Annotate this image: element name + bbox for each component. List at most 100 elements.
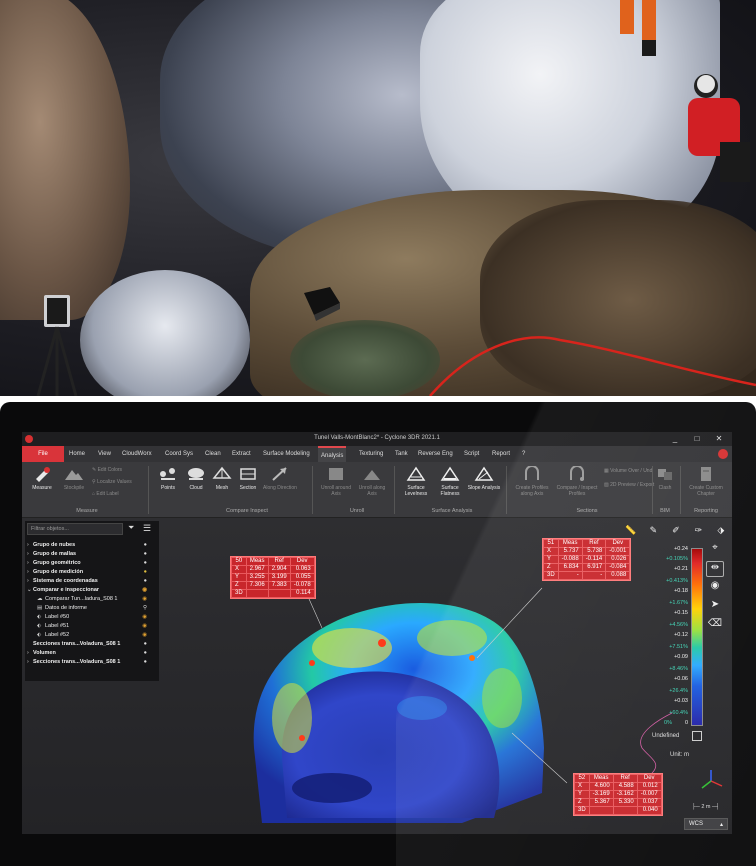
slope-analysis-button[interactable]: Slope Analysis (466, 465, 502, 491)
settings-icon[interactable] (718, 449, 728, 459)
measurement-label-50[interactable]: 50 Meas Ref Dev X 2.967 2.904 0.063 Y 3.255 3.19… (230, 556, 316, 599)
menu-view[interactable]: View (98, 446, 111, 462)
tag-tool-icon[interactable]: ⬗ (712, 525, 730, 538)
eraser-icon[interactable]: ⌫ (706, 618, 724, 634)
filter-icon[interactable]: ⏷ (128, 523, 140, 535)
create-profiles-button[interactable]: Create Profiles along Axis (510, 465, 554, 497)
menu-reverse-eng[interactable]: Reverse Eng (418, 446, 453, 462)
tree-item-label: Label #52 (45, 632, 70, 638)
tree-item[interactable]: ⬖ Label #52 ◉ (27, 631, 157, 640)
edit-colors-button[interactable]: ✎ Edit Colors (92, 467, 122, 473)
tree-item[interactable]: › Grupo de medición ● (27, 568, 157, 577)
value-cell: 2.904 (267, 565, 291, 574)
menu-script[interactable]: Script (464, 446, 479, 462)
pin-icon[interactable]: ● (144, 559, 147, 568)
menu-clean[interactable]: Clean (205, 446, 221, 462)
menu-home[interactable]: Home (69, 446, 85, 462)
stockpile-button[interactable]: Stockpile (56, 465, 92, 491)
volume-over-button[interactable]: ▦ Volume Over / Und (604, 468, 652, 474)
tree-item[interactable]: ▤ Datos de informe ⚲ (27, 604, 157, 613)
clash-icon (655, 465, 675, 483)
menu-texturing[interactable]: Texturing (359, 446, 383, 462)
coordinate-system-dropdown[interactable]: WCS ▴ (684, 818, 728, 830)
value-cell: -0.088 (557, 555, 583, 564)
axis-cell: Z (231, 581, 247, 590)
tree-item[interactable]: Secciones trans...Voladura_S08 1 ● (27, 640, 157, 649)
pin-icon[interactable]: ● (144, 568, 147, 577)
create-custom-chapter-button[interactable]: Create Custom Chapter (682, 465, 730, 497)
col-header: Ref (612, 774, 638, 783)
camera-icon[interactable]: ◉ (706, 580, 724, 596)
visibility-icon[interactable]: ◉ (142, 613, 147, 622)
visibility-icon[interactable]: ◉ (142, 622, 147, 631)
pin-icon[interactable]: ● (144, 541, 147, 550)
visibility-icon[interactable]: ◉ (142, 631, 147, 640)
menu-extract[interactable]: Extract (232, 446, 251, 462)
value-cell: 5.737 (557, 547, 583, 556)
filter-objects-input[interactable]: Filtrar objetos... (27, 523, 123, 535)
edit-label-button[interactable]: ⌂ Edit Label (92, 491, 119, 497)
tunnel-deviation-mesh[interactable] (232, 588, 552, 828)
search-icon[interactable]: ⚲ (143, 604, 147, 613)
pin-icon[interactable]: ● (144, 640, 147, 649)
menu-analysis[interactable]: Analysis (318, 446, 347, 462)
ruler-icon[interactable]: 📏 (622, 525, 640, 538)
surface-levelness-button[interactable]: Surface Levelness (398, 465, 434, 497)
menu-coord-sys[interactable]: Coord Sys (165, 446, 193, 462)
along-direction-button[interactable]: Along Direction (262, 465, 298, 491)
tree-item[interactable]: › Sistema de coordenadas ● (27, 577, 157, 586)
menu-surface-modeling[interactable]: Surface Modeling (263, 446, 310, 462)
tree-item[interactable]: › Grupo geométrico ● (27, 559, 157, 568)
arrow-direction-icon (270, 465, 290, 483)
unroll-along-axis-button[interactable]: Unroll along Axis (354, 465, 390, 497)
maximize-button[interactable]: □ (686, 432, 708, 446)
value-cell: - (557, 571, 583, 580)
clash-button[interactable]: Clash (652, 465, 678, 491)
tree-item[interactable]: ⬖ Label #50 ◉ (27, 613, 157, 622)
menu-tank[interactable]: Tank (395, 446, 408, 462)
visibility-icon[interactable]: ◉ (142, 595, 147, 604)
pin-icon[interactable]: ● (144, 577, 147, 586)
menu-help[interactable]: ? (522, 446, 525, 462)
pin-icon[interactable]: ● (144, 550, 147, 559)
menu-report[interactable]: Report (492, 446, 510, 462)
visibility-icon[interactable]: ◉ (142, 586, 147, 595)
label-tool-3-icon[interactable]: ✑ (689, 525, 707, 538)
hamburger-menu-icon[interactable]: ☰ (143, 523, 155, 535)
compare-section-button[interactable]: Section (230, 465, 266, 491)
pin-icon[interactable]: ● (144, 649, 147, 658)
localize-values-button[interactable]: ⚲ Localize Values (92, 479, 132, 485)
measure-button[interactable]: Measure (24, 465, 60, 491)
tree-item[interactable]: › Volumen ● (27, 649, 157, 658)
surface-flatness-button[interactable]: Surface Flatness (432, 465, 468, 497)
measurement-label-51[interactable]: 51 Meas Ref Dev X 5.737 5.738 -0.001 Y -0.088 -0… (542, 538, 632, 581)
tree-item[interactable]: › Secciones trans...Voladura_S08 1 ● (27, 658, 157, 667)
undefined-color-swatch[interactable] (692, 731, 702, 741)
undefined-label: Undefined (652, 733, 680, 739)
compare-profiles-button[interactable]: Compare / Inspect Profiles (554, 465, 600, 497)
measurement-label-52[interactable]: 52 Meas Ref Dev X 4.600 4.588 0.012 Y -3.169 -3.… (573, 773, 663, 816)
section-icon (238, 465, 258, 483)
tree-item[interactable]: ☁ Comparar Tun...ladura_S08 1 ◉ (27, 595, 157, 604)
tree-item[interactable]: › Grupo de nubes ● (27, 541, 157, 550)
measure-tool-icon[interactable]: ⇹ (706, 561, 724, 577)
preview-export-button[interactable]: ▧ 2D Preview / Export (604, 482, 654, 488)
3d-viewport[interactable]: Filtrar objetos... ⏷ ☰ › Grupo de nubes ● … (22, 518, 732, 834)
label-tool-2-icon[interactable]: ✐ (667, 525, 685, 538)
tree-item[interactable]: ⌄Comparar e inspeccionar ◉ (27, 586, 157, 595)
menu-cloudworx[interactable]: CloudWorx (122, 446, 152, 462)
tree-item[interactable]: ⬖ Label #51 ◉ (27, 622, 157, 631)
compare-group-label: Compare Inspect (226, 508, 268, 514)
close-button[interactable]: ✕ (708, 432, 730, 446)
navigate-icon[interactable]: ➤ (706, 599, 724, 615)
measure-group-label: Measure (76, 508, 98, 514)
target-icon[interactable]: ⌖ (706, 542, 724, 558)
menu-bar: File Home View CloudWorx Coord Sys Clean… (22, 446, 732, 462)
label-id: 51 (543, 539, 559, 548)
pin-icon[interactable]: ● (144, 658, 147, 667)
minimize-button[interactable]: _ (664, 432, 686, 446)
unroll-around-axis-button[interactable]: Unroll around Axis (318, 465, 354, 497)
menu-file[interactable]: File (22, 446, 64, 462)
label-tool-icon[interactable]: ✎ (644, 525, 662, 538)
tree-item[interactable]: › Grupo de mallas ● (27, 550, 157, 559)
